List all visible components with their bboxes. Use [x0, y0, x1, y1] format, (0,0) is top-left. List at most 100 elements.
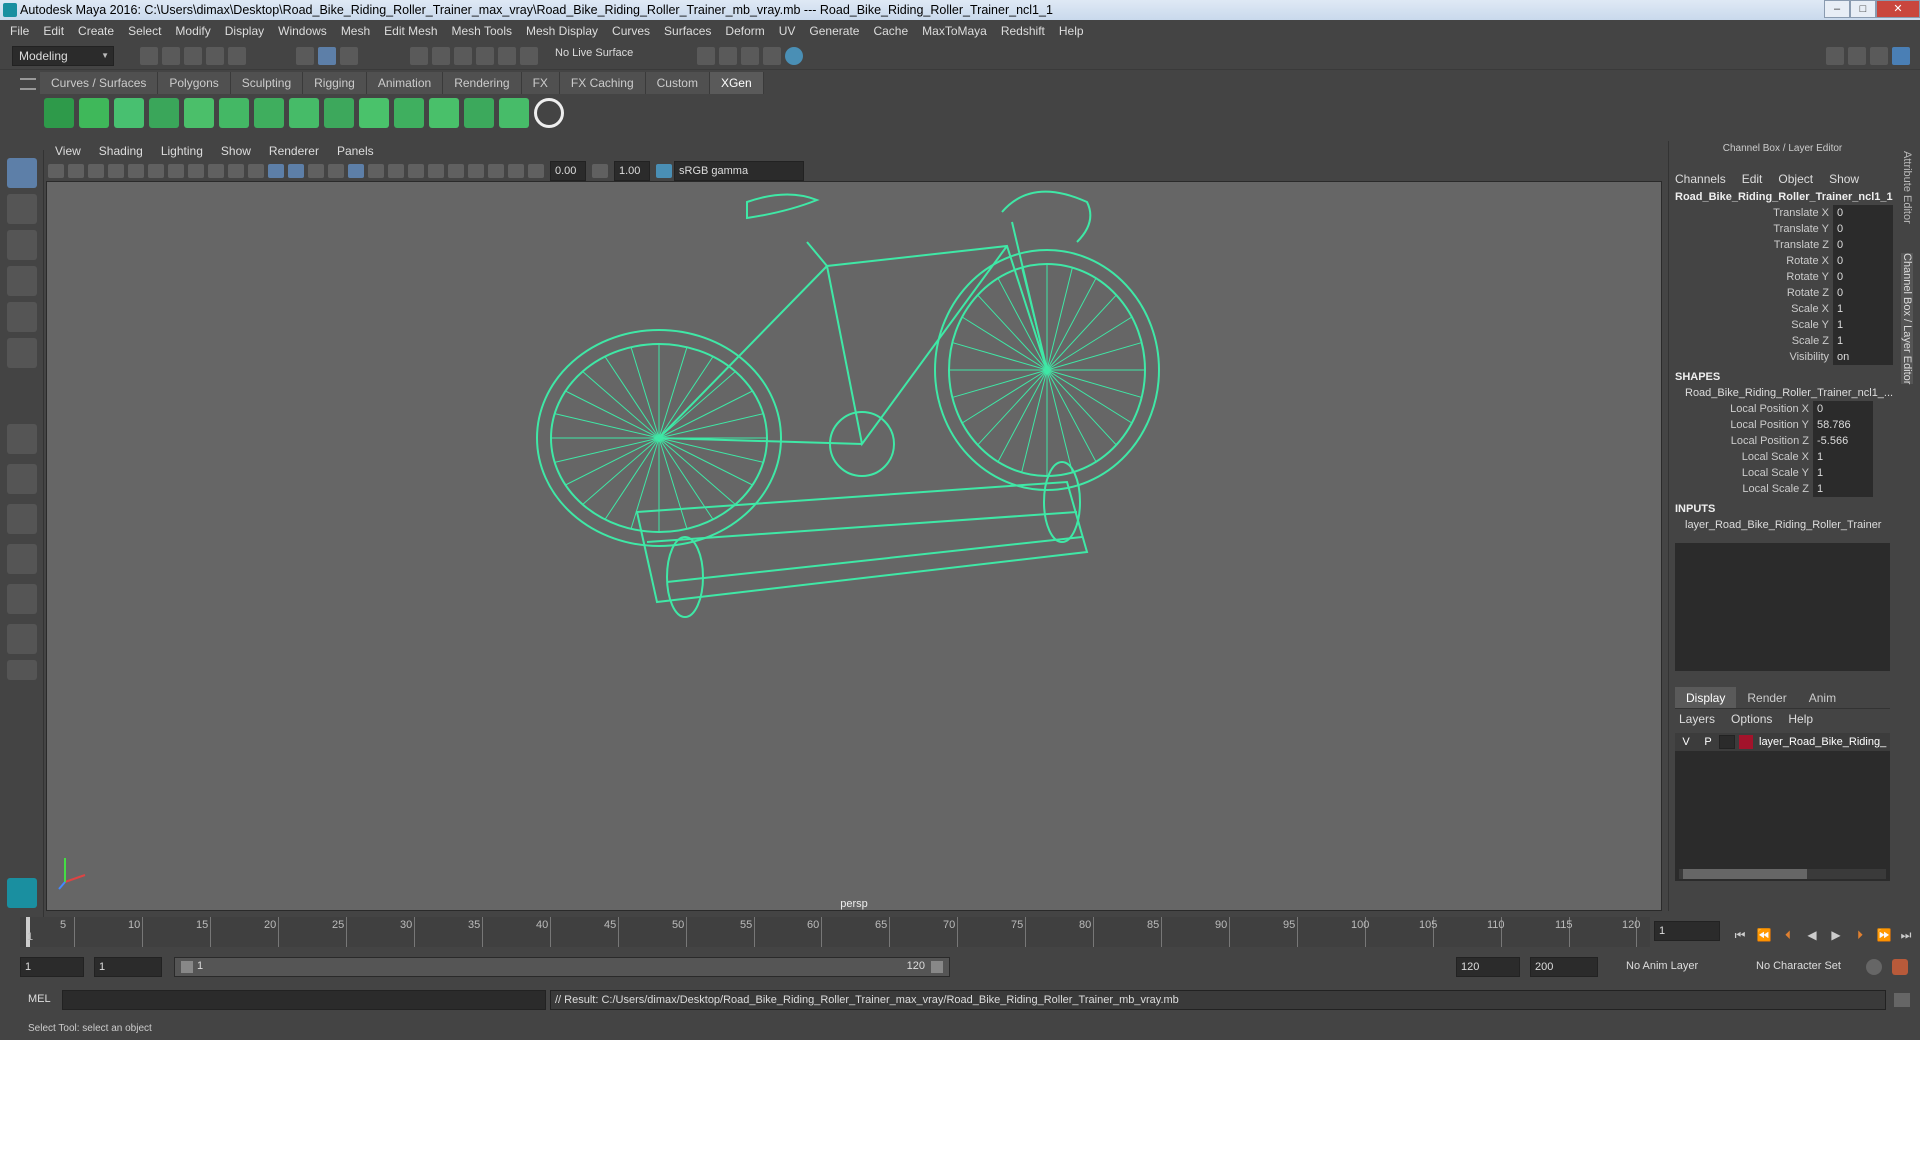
gate-mask-icon[interactable]: [188, 164, 204, 178]
go-to-start-icon[interactable]: ⏮: [1732, 928, 1748, 942]
layer-type-toggle[interactable]: [1719, 735, 1735, 749]
channel-box-tab[interactable]: Channel Box / Layer Editor: [1901, 253, 1913, 385]
shelf-tab-custom[interactable]: Custom: [645, 72, 710, 94]
viewport-menu-view[interactable]: View: [55, 144, 81, 158]
xgen-layers-icon[interactable]: [359, 98, 389, 128]
channel-menu-edit[interactable]: Edit: [1742, 172, 1763, 186]
maya-home-icon[interactable]: [7, 878, 37, 908]
attr-row-local-position-x[interactable]: Local Position X0: [1669, 401, 1896, 417]
step-back-icon[interactable]: ⏪: [1756, 928, 1772, 942]
attr-label[interactable]: Local Position Z: [1669, 433, 1813, 449]
menu-maxtomaya[interactable]: MaxToMaya: [922, 24, 987, 38]
attr-label[interactable]: Scale X: [1669, 301, 1833, 317]
select-hierarchy-icon[interactable]: [296, 47, 314, 65]
xgen-brush-icon[interactable]: [429, 98, 459, 128]
attr-row-rotate-x[interactable]: Rotate X0: [1669, 253, 1896, 269]
shelf-tab-rigging[interactable]: Rigging: [303, 72, 367, 94]
attr-label[interactable]: Local Position X: [1669, 401, 1813, 417]
close-button[interactable]: ✕: [1876, 0, 1920, 18]
tool-settings-toggle-icon[interactable]: [1870, 47, 1888, 65]
xgen-hex-icon[interactable]: [534, 98, 564, 128]
attr-row-translate-z[interactable]: Translate Z0: [1669, 237, 1896, 253]
viewport-menu-show[interactable]: Show: [221, 144, 251, 158]
attr-label[interactable]: Rotate X: [1669, 253, 1833, 269]
motion-blur-icon[interactable]: [428, 164, 444, 178]
gamma-icon[interactable]: [592, 164, 608, 178]
snap-curve-icon[interactable]: [432, 47, 450, 65]
snap-live-icon[interactable]: [520, 47, 538, 65]
attr-row-local-position-z[interactable]: Local Position Z -5.566: [1669, 433, 1896, 449]
attr-row-local-position-y[interactable]: Local Position Y 58.786: [1669, 417, 1896, 433]
scale-tool-icon[interactable]: [7, 338, 37, 368]
play-backwards-icon[interactable]: ◀: [1804, 928, 1820, 942]
snap-view-icon[interactable]: [476, 47, 494, 65]
attr-row-local-scale-y[interactable]: Local Scale Y1: [1669, 465, 1896, 481]
layer-list-scrollbar[interactable]: [1679, 869, 1886, 879]
maximize-button[interactable]: □: [1850, 0, 1876, 18]
menu-mesh[interactable]: Mesh: [341, 24, 370, 38]
xgen-lock-icon[interactable]: [289, 98, 319, 128]
shelf-tab-animation[interactable]: Animation: [366, 72, 444, 94]
wireframe-on-shaded-icon[interactable]: [308, 164, 324, 178]
grid-icon[interactable]: [128, 164, 144, 178]
animation-end-field[interactable]: 200: [1530, 957, 1598, 977]
render-settings-icon[interactable]: [741, 47, 759, 65]
attr-value[interactable]: 0: [1813, 401, 1873, 417]
layer-visibility-toggle[interactable]: V: [1675, 736, 1697, 748]
exposure-icon[interactable]: [528, 164, 544, 178]
menu-cache[interactable]: Cache: [873, 24, 908, 38]
perspective-viewport[interactable]: persp: [46, 181, 1662, 911]
shape-node-name[interactable]: Road_Bike_Riding_Roller_Trainer_ncl1_...: [1669, 385, 1896, 401]
layer-tab-anim[interactable]: Anim: [1798, 687, 1847, 708]
step-back-key-icon[interactable]: ⏴: [1780, 928, 1796, 942]
channel-menu-channels[interactable]: Channels: [1675, 172, 1726, 186]
go-to-end-icon[interactable]: ⏭: [1898, 928, 1914, 942]
channel-menu-show[interactable]: Show: [1829, 172, 1859, 186]
layer-tab-render[interactable]: Render: [1736, 687, 1797, 708]
select-tool-icon[interactable]: [7, 158, 37, 188]
attr-row-scale-z[interactable]: Scale Z1: [1669, 333, 1896, 349]
single-view-layout-icon[interactable]: [7, 424, 37, 454]
anim-layer-dropdown[interactable]: No Anim Layer: [1622, 957, 1740, 977]
select-component-icon[interactable]: [340, 47, 358, 65]
menu-select[interactable]: Select: [128, 24, 161, 38]
command-input[interactable]: [62, 990, 546, 1010]
attr-value[interactable]: 0: [1833, 205, 1893, 221]
attr-label[interactable]: Local Scale X: [1669, 449, 1813, 465]
menu-windows[interactable]: Windows: [278, 24, 327, 38]
safe-title-icon[interactable]: [248, 164, 264, 178]
attr-label[interactable]: Translate X: [1669, 205, 1833, 221]
menu-modify[interactable]: Modify: [175, 24, 210, 38]
animation-start-field[interactable]: 1: [20, 957, 84, 977]
attr-row-local-scale-x[interactable]: Local Scale X1: [1669, 449, 1896, 465]
xgen-leaf-icon[interactable]: [114, 98, 144, 128]
viewport-menu-panels[interactable]: Panels: [337, 144, 374, 158]
minimize-button[interactable]: –: [1824, 0, 1850, 18]
shelf-tab-rendering[interactable]: Rendering: [443, 72, 522, 94]
range-start-handle[interactable]: [181, 961, 193, 973]
ipr-render-icon[interactable]: [719, 47, 737, 65]
step-forward-icon[interactable]: ⏩: [1876, 928, 1892, 942]
wireframe-icon[interactable]: [268, 164, 284, 178]
channel-box-toggle-icon[interactable]: [1892, 47, 1910, 65]
hypershade-layout-icon[interactable]: [7, 624, 37, 654]
menu-uv[interactable]: UV: [779, 24, 796, 38]
selected-object-name[interactable]: Road_Bike_Riding_Roller_Trainer_ncl1_1: [1669, 189, 1896, 205]
color-management-icon[interactable]: [656, 164, 672, 178]
attr-label[interactable]: Translate Z: [1669, 237, 1833, 253]
attr-value[interactable]: -5.566: [1813, 433, 1873, 449]
isolate-select-icon[interactable]: [468, 164, 484, 178]
step-forward-key-icon[interactable]: ⏵: [1852, 928, 1868, 942]
shelf-menu-icon[interactable]: [20, 78, 36, 90]
layer-tab-display[interactable]: Display: [1675, 687, 1737, 708]
attr-value[interactable]: 0: [1833, 269, 1893, 285]
viewport-menu-shading[interactable]: Shading: [99, 144, 143, 158]
save-scene-icon[interactable]: [184, 47, 202, 65]
attr-label[interactable]: Scale Y: [1669, 317, 1833, 333]
live-surface-label[interactable]: No Live Surface: [555, 47, 633, 59]
menu-edit-mesh[interactable]: Edit Mesh: [384, 24, 437, 38]
camera-attributes-icon[interactable]: [68, 164, 84, 178]
film-gate-icon[interactable]: [148, 164, 164, 178]
preferences-icon[interactable]: [1892, 959, 1908, 975]
layer-playback-toggle[interactable]: P: [1697, 736, 1719, 748]
